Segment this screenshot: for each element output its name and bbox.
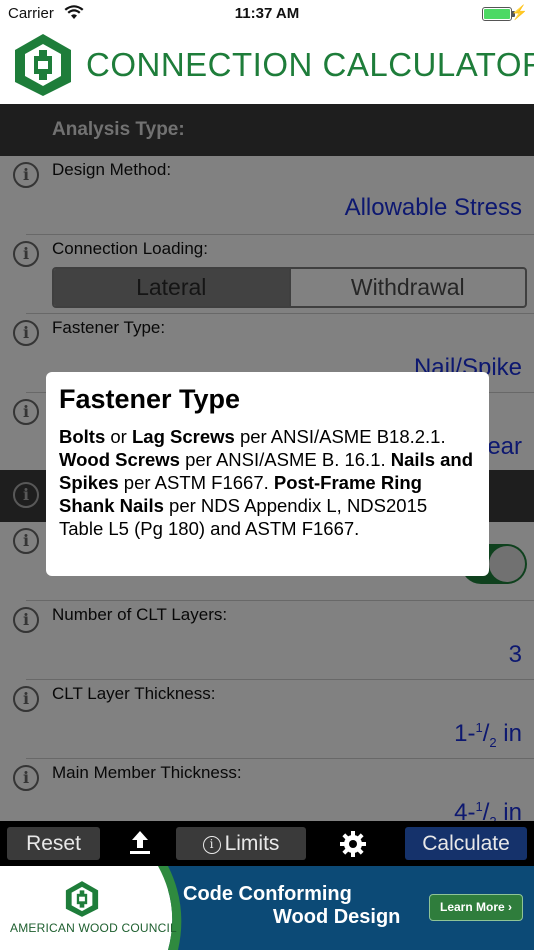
popup-title: Fastener Type bbox=[59, 384, 241, 414]
clock: 11:37 AM bbox=[234, 5, 300, 22]
limits-button[interactable]: i Limits bbox=[176, 827, 306, 860]
reset-button[interactable]: Reset bbox=[7, 827, 100, 860]
calculate-button[interactable]: Calculate bbox=[405, 827, 527, 860]
ad-org-name: AMERICAN WOOD COUNCIL bbox=[10, 921, 177, 935]
awc-logo-icon bbox=[65, 881, 99, 917]
info-icon: i bbox=[202, 836, 221, 854]
gear-icon[interactable] bbox=[339, 829, 367, 859]
fastener-type-popup: Fastener Type Bolts or Lag Screws per AN… bbox=[46, 372, 489, 576]
awc-logo-icon bbox=[15, 34, 71, 96]
battery-icon bbox=[482, 7, 512, 21]
bottom-toolbar: Reset i Limits Calculate bbox=[0, 821, 534, 866]
ad-headline-line2: Wood Design bbox=[273, 906, 401, 928]
learn-more-button[interactable]: Learn More › bbox=[429, 894, 523, 921]
ad-headline-line1: Code Conforming bbox=[183, 883, 352, 905]
status-bar: Carrier 11:37 AM ⚡ bbox=[0, 0, 534, 28]
popup-body: Bolts or Lag Screws per ANSI/ASME B18.2.… bbox=[59, 426, 474, 539]
share-upload-icon[interactable] bbox=[128, 828, 152, 858]
ad-banner[interactable]: AMERICAN WOOD COUNCIL Code Conforming Wo… bbox=[0, 866, 534, 950]
app-header: CONNECTION CALCULATOR bbox=[0, 28, 534, 104]
app-title: CONNECTION CALCULATOR bbox=[86, 46, 534, 83]
charging-bolt-icon: ⚡ bbox=[510, 4, 528, 20]
